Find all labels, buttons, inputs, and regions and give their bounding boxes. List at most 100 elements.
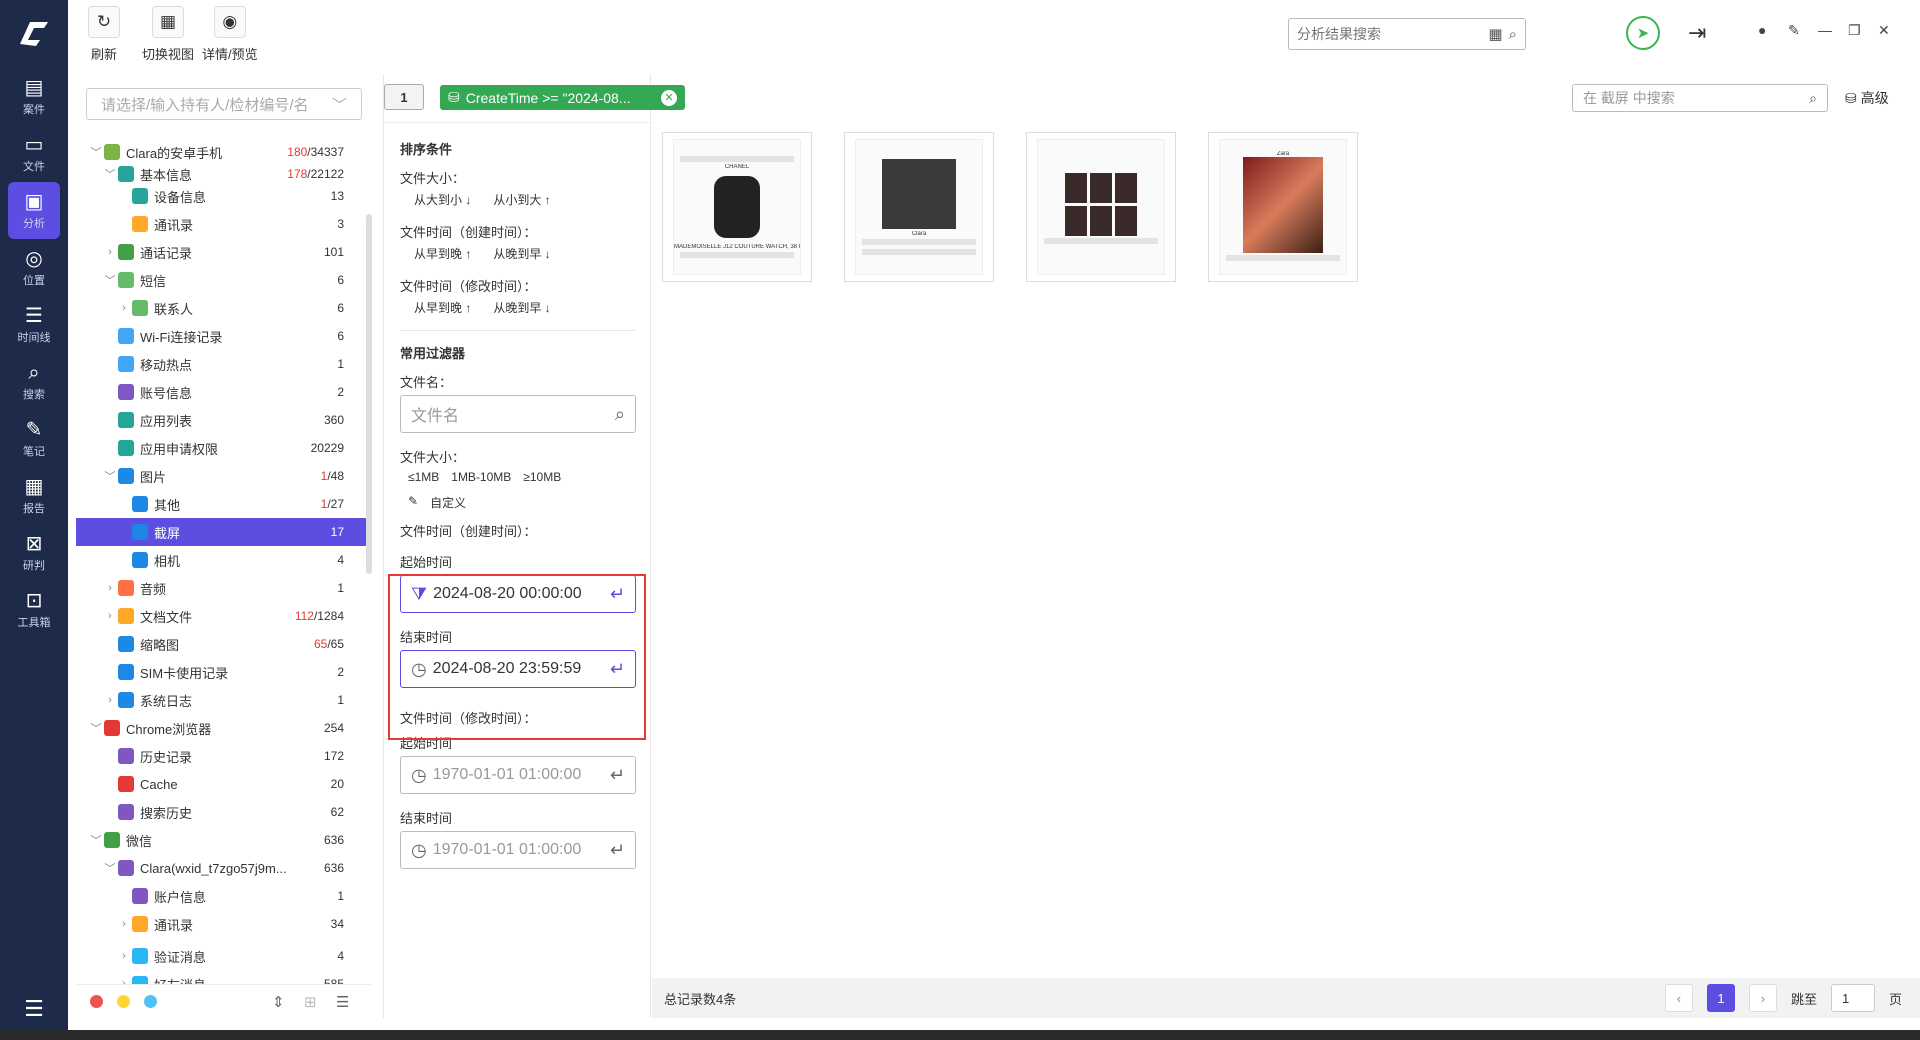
expand-arrow-icon[interactable]: ﹀: [88, 144, 104, 160]
tree-item[interactable]: 相机 4: [76, 546, 366, 574]
thumbnail-item[interactable]: CHANEL MADEMOISELLE J12 COUTURE WATCH, 3…: [662, 132, 812, 282]
tree-item[interactable]: 搜索历史 62: [76, 798, 366, 826]
expand-arrow-icon[interactable]: ›: [102, 694, 118, 706]
tree-item[interactable]: 其他 1/27: [76, 490, 366, 518]
refresh-button[interactable]: ↻ 刷新: [88, 6, 120, 63]
grid-view-icon[interactable]: ⊞: [304, 993, 317, 1011]
red-dot-icon[interactable]: [90, 995, 103, 1008]
expand-arrow-icon[interactable]: ﹀: [88, 720, 104, 736]
close-icon[interactable]: ✕: [1878, 22, 1890, 39]
tree-item[interactable]: ﹀ 短信 6: [76, 266, 366, 294]
tree-item[interactable]: ﹀ Chrome浏览器 254: [76, 714, 366, 742]
tree-scrollbar[interactable]: [366, 214, 372, 574]
pin-icon[interactable]: ✎: [1788, 22, 1800, 39]
tree-item[interactable]: 缩略图 65/65: [76, 630, 366, 658]
yellow-dot-icon[interactable]: [117, 995, 130, 1008]
search-icon[interactable]: ⌕: [1509, 26, 1517, 43]
ctime-end-field[interactable]: ◷ 2024-08-20 23:59:59 ↵: [400, 650, 636, 688]
tree-item[interactable]: › 文档文件 112/1284: [76, 602, 366, 630]
holder-select[interactable]: 请选择/输入持有人/检材编号/名 ﹀: [86, 88, 362, 120]
sort-ctime-desc[interactable]: 从晚到早 ↓: [493, 245, 550, 262]
tree-item[interactable]: › 通话记录 101: [76, 238, 366, 266]
menu-icon[interactable]: ☰: [0, 996, 68, 1022]
tree-item[interactable]: 应用申请权限 20229: [76, 434, 366, 462]
mtime-end-field[interactable]: ◷ 1970-01-01 01:00:00 ↵: [400, 831, 636, 869]
sort-size-asc[interactable]: 从小到大 ↑: [493, 191, 550, 208]
prev-page-button[interactable]: ‹: [1664, 984, 1693, 1012]
expand-arrow-icon[interactable]: ﹀: [102, 468, 118, 484]
tree-item[interactable]: 截屏 17: [76, 518, 366, 546]
expand-arrow-icon[interactable]: ﹀: [102, 166, 118, 182]
analysis-search-input[interactable]: [1297, 26, 1483, 42]
custom-size-option[interactable]: ✎ 自定义: [400, 494, 636, 511]
shield-icon[interactable]: ➤: [1626, 16, 1660, 50]
advanced-button[interactable]: ⛁ 高级: [1845, 88, 1889, 108]
enter-icon[interactable]: ↵: [610, 840, 625, 861]
nav-item-location[interactable]: ◎ 位置: [0, 239, 68, 296]
detail-preview-button[interactable]: ◉ 详情/预览: [202, 6, 258, 63]
sort-size-desc[interactable]: 从大到小 ↓: [414, 191, 471, 208]
nav-item-toolbox[interactable]: ⊡ 工具箱: [0, 581, 68, 638]
export-icon[interactable]: ⇥: [1688, 20, 1706, 46]
enter-icon[interactable]: ↵: [610, 659, 625, 680]
tree-item[interactable]: › 联系人 6: [76, 294, 366, 322]
mtime-start-field[interactable]: ◷ 1970-01-01 01:00:00 ↵: [400, 756, 636, 794]
tree-item[interactable]: 账号信息 2: [76, 378, 366, 406]
calendar-icon[interactable]: ▦: [1488, 25, 1502, 43]
nav-item-file[interactable]: ▭ 文件: [0, 125, 68, 182]
sort-ctime-asc[interactable]: 从早到晚 ↑: [414, 245, 471, 262]
tree-item[interactable]: › 验证消息 4: [76, 942, 366, 970]
tree-item[interactable]: Cache 20: [76, 770, 366, 798]
expand-arrow-icon[interactable]: ﹀: [88, 832, 104, 848]
thumbnail-item[interactable]: Zara: [1208, 132, 1358, 282]
tree-item[interactable]: ﹀ Clara(wxid_t7zgo57j9m... 636: [76, 854, 366, 882]
expand-arrow-icon[interactable]: ›: [102, 582, 118, 594]
nav-item-timeline[interactable]: ☰ 时间线: [0, 296, 68, 353]
tree-item[interactable]: Wi-Fi连接记录 6: [76, 322, 366, 350]
search-icon[interactable]: ⌕: [615, 404, 625, 425]
enter-icon[interactable]: ↵: [610, 765, 625, 786]
expand-arrow-icon[interactable]: ›: [116, 302, 132, 314]
nav-item-note[interactable]: ✎ 笔记: [0, 410, 68, 467]
tree-item[interactable]: ﹀ 图片 1/48: [76, 462, 366, 490]
search-icon[interactable]: ⌕: [1809, 90, 1817, 107]
tree-item[interactable]: › 通讯录 34: [76, 910, 366, 938]
nav-item-judge[interactable]: ⊠ 研判: [0, 524, 68, 581]
tree-item[interactable]: ﹀ 基本信息 178/22122: [76, 166, 366, 182]
tree-item[interactable]: SIM卡使用记录 2: [76, 658, 366, 686]
tree-item[interactable]: 账户信息 1: [76, 882, 366, 910]
page-button[interactable]: 1: [1706, 984, 1735, 1012]
expand-arrow-icon[interactable]: ›: [102, 246, 118, 258]
tree-item[interactable]: › 音频 1: [76, 574, 366, 602]
enter-icon[interactable]: ↵: [610, 584, 625, 605]
list-view-icon[interactable]: ☰: [336, 993, 349, 1011]
tree-item[interactable]: ﹀ Clara的安卓手机 180/34337: [76, 138, 366, 166]
user-icon[interactable]: ●: [1758, 22, 1766, 38]
blue-dot-icon[interactable]: [144, 995, 157, 1008]
size-option-small[interactable]: ≤1MB: [408, 470, 439, 484]
switch-view-button[interactable]: ▦ 切换视图: [142, 6, 194, 63]
collapse-icon[interactable]: ⇕: [272, 993, 285, 1011]
minimize-icon[interactable]: —: [1818, 22, 1832, 38]
jump-page-input[interactable]: 1: [1830, 984, 1875, 1012]
expand-arrow-icon[interactable]: ›: [116, 950, 132, 962]
sort-mtime-asc[interactable]: 从早到晚 ↑: [414, 299, 471, 316]
screenshot-search-field[interactable]: 在 截屏 中搜索 ⌕: [1572, 84, 1828, 112]
next-page-button[interactable]: ›: [1748, 984, 1777, 1012]
tree-item[interactable]: 设备信息 13: [76, 182, 366, 210]
expand-arrow-icon[interactable]: ﹀: [102, 860, 118, 876]
nav-item-report[interactable]: ▦ 报告: [0, 467, 68, 524]
thumbnail-item[interactable]: [1026, 132, 1176, 282]
analysis-search-box[interactable]: ▦ ⌕: [1288, 18, 1526, 50]
tree-item[interactable]: › 系统日志 1: [76, 686, 366, 714]
tree-item[interactable]: 通讯录 3: [76, 210, 366, 238]
thumbnail-item[interactable]: Clara: [844, 132, 994, 282]
nav-item-case[interactable]: ▤ 案件: [0, 68, 68, 125]
tree-item[interactable]: 移动热点 1: [76, 350, 366, 378]
tree-item[interactable]: ﹀ 微信 636: [76, 826, 366, 854]
tree-item[interactable]: ›好友消息585: [76, 970, 366, 984]
filename-field[interactable]: 文件名 ⌕: [400, 395, 636, 433]
size-option-large[interactable]: ≥10MB: [523, 470, 561, 484]
view-toggle-button[interactable]: 1: [384, 84, 424, 110]
nav-item-search[interactable]: ⌕ 搜索: [0, 353, 68, 410]
